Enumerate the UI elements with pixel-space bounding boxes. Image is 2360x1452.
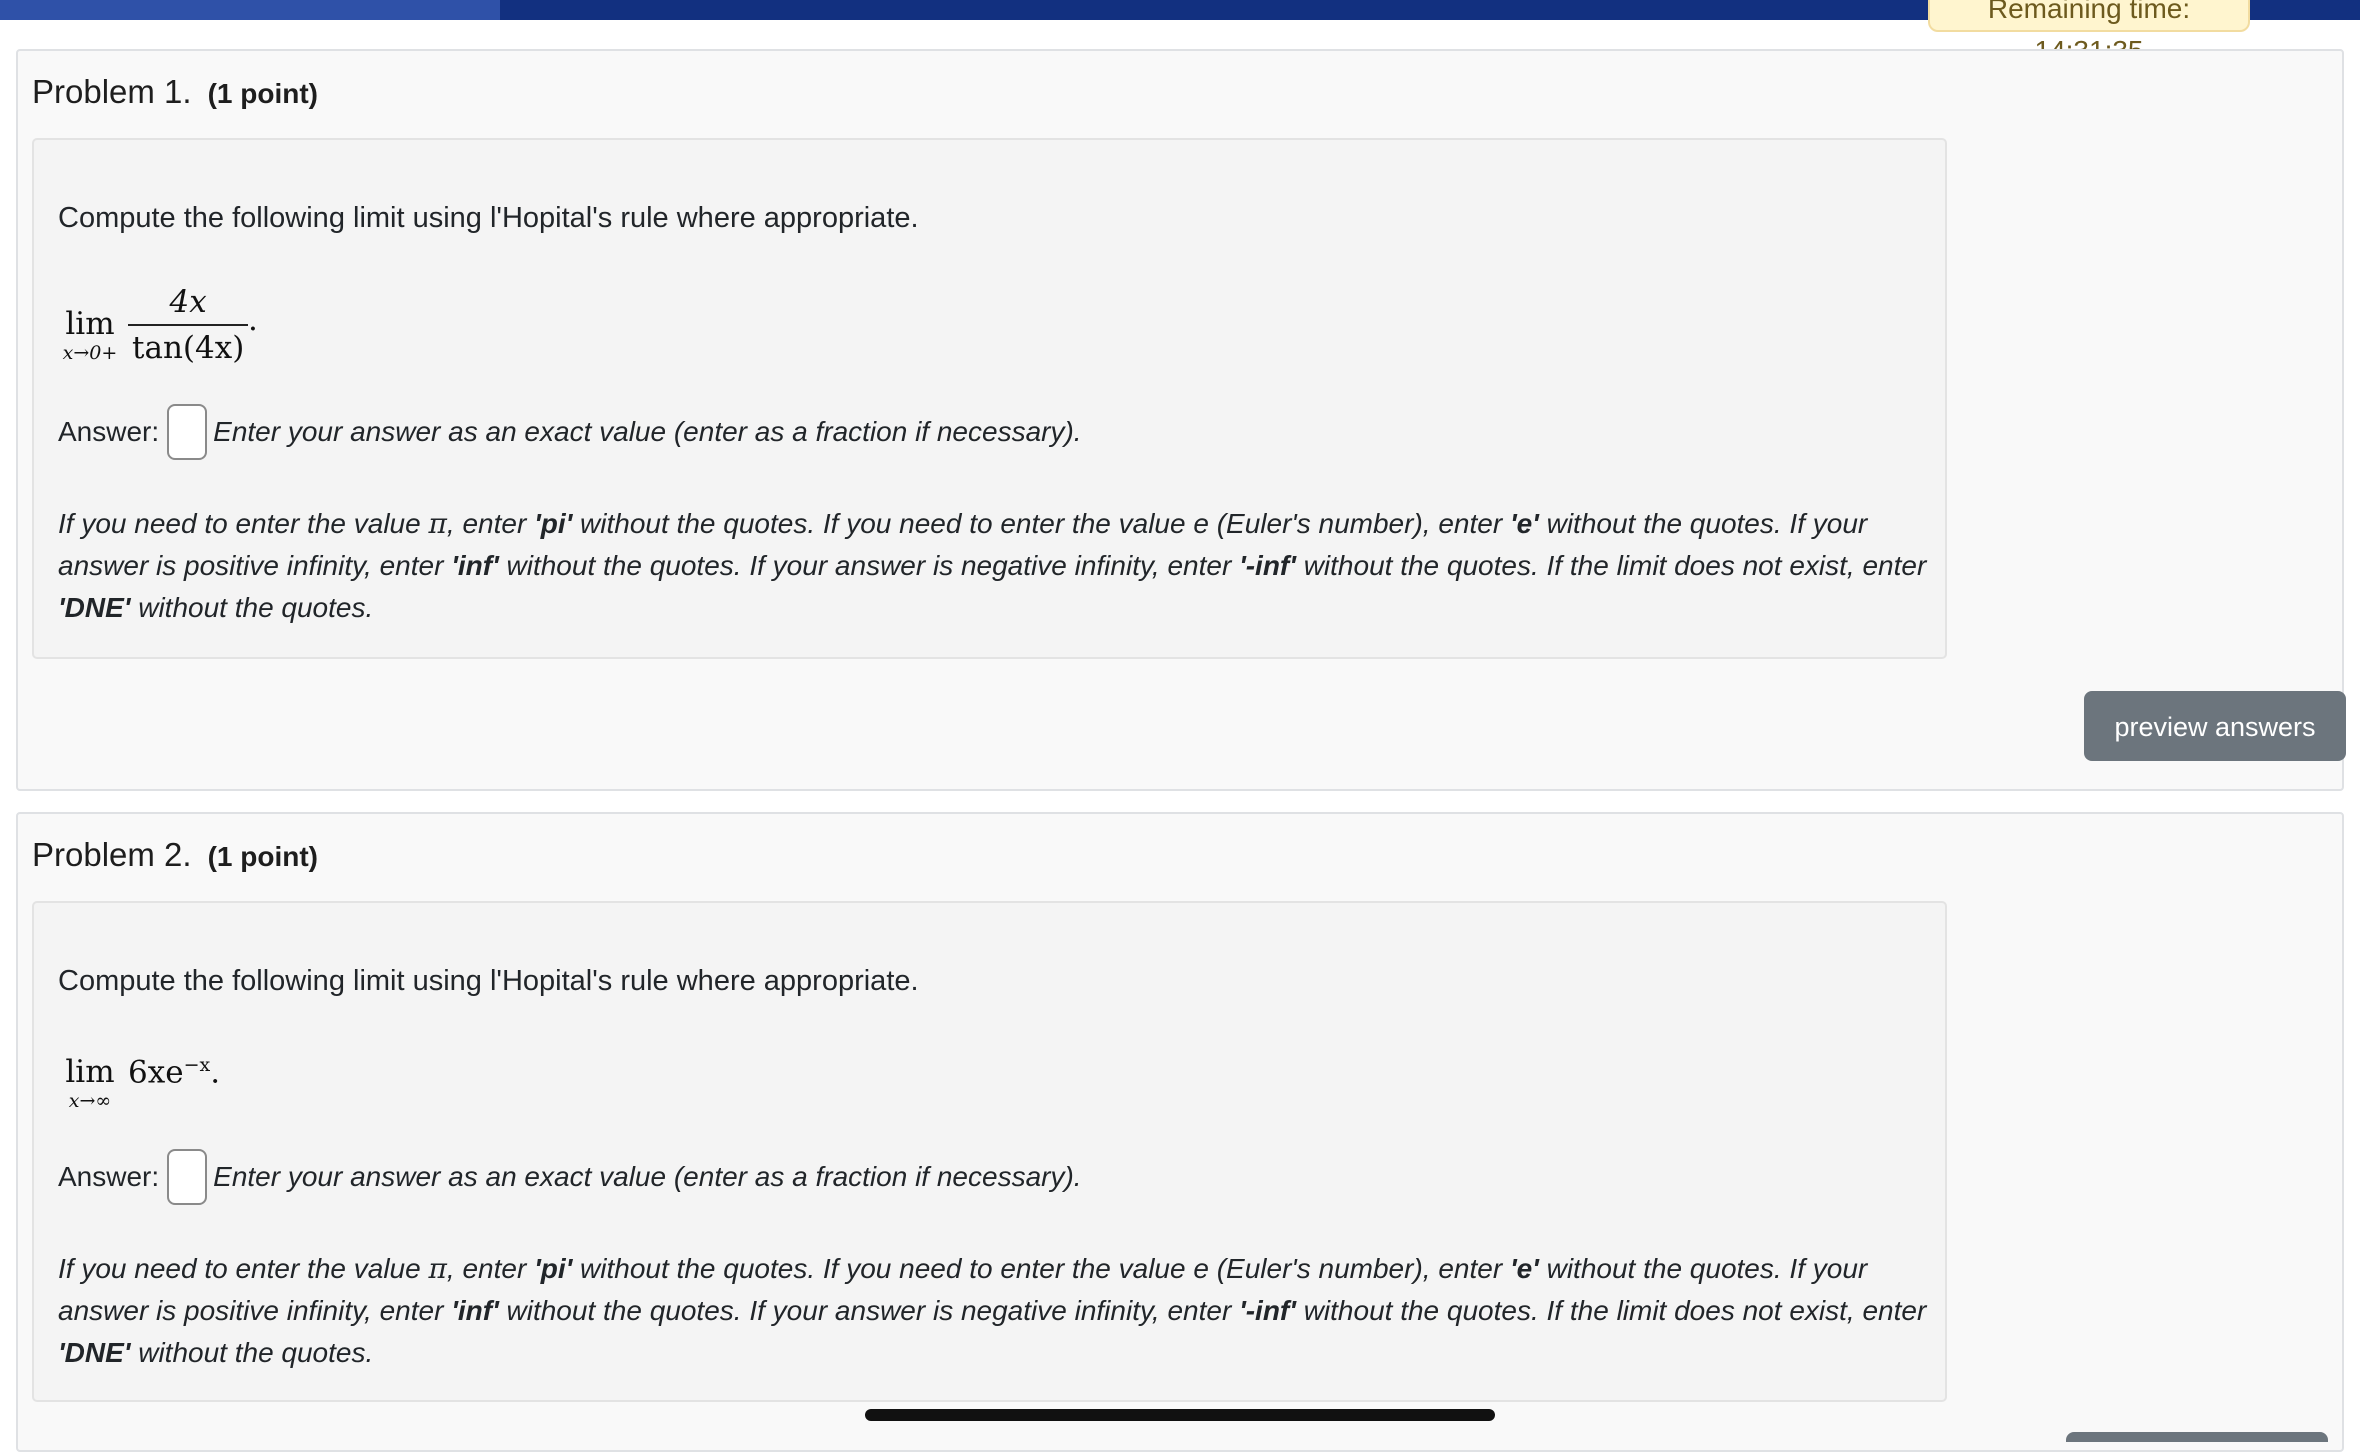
answer-label: Answer: (58, 416, 160, 447)
expression-period: . (210, 1054, 221, 1091)
problem-1: Problem 1. (1 point) Compute the followin… (16, 49, 2346, 791)
expression-period: . (248, 302, 258, 338)
limit-subscript: x→∞ (68, 1090, 112, 1112)
answer-input[interactable] (167, 404, 208, 460)
answer-hint: Enter your answer as an exact value (ent… (213, 416, 1082, 447)
problem-2-body: Compute the following limit using l'Hopi… (32, 901, 1947, 1402)
expression-exponent: −x (183, 1054, 211, 1076)
expression-base: 6xe (128, 1054, 184, 1091)
next-preview-button-edge[interactable] (2066, 1432, 2328, 1442)
problem-statement: Compute the following limit using l'Hopi… (58, 202, 919, 234)
problem-2: Problem 2. (1 point) Compute the followin… (16, 812, 2344, 1452)
limit-operator: lim x→0+ (58, 306, 122, 364)
problem-number: Problem 1. (32, 73, 192, 110)
problem-points: (1 point) (207, 78, 318, 109)
header-bar-highlight (0, 0, 500, 20)
problem-number: Problem 2. (32, 836, 192, 873)
answer-instructions: If you need to enter the value π, enter … (58, 1252, 1927, 1368)
problem-2-title: Problem 2. (1 point) (32, 836, 318, 874)
fraction-numerator: 4x (169, 284, 207, 320)
expression-body: 6xe−x. (128, 1054, 220, 1090)
fraction: 4x tan(4x) (128, 284, 249, 366)
answer-label: Answer: (58, 1161, 160, 1192)
limit-subscript: x→0+ (62, 342, 118, 364)
limit-operator: lim x→∞ (58, 1054, 122, 1112)
remaining-time-badge: Remaining time: 14:31:35 (1928, 0, 2250, 66)
fraction-denominator: tan(4x) (128, 324, 249, 366)
preview-answers-button[interactable]: preview answers (2084, 691, 2346, 761)
problem-points: (1 point) (207, 841, 318, 872)
answer-row: Answer: Enter your answer as an exact val… (58, 404, 1082, 460)
problem-1-body: Compute the following limit using l'Hopi… (32, 138, 1947, 659)
home-indicator[interactable] (865, 1409, 1495, 1421)
answer-instructions: If you need to enter the value π, enter … (58, 507, 1927, 623)
answer-row: Answer: Enter your answer as an exact val… (58, 1149, 1082, 1205)
answer-hint: Enter your answer as an exact value (ent… (213, 1161, 1082, 1192)
problem-1-title: Problem 1. (1 point) (32, 73, 318, 111)
problem-statement: Compute the following limit using l'Hopi… (58, 965, 919, 997)
answer-input[interactable] (167, 1149, 208, 1205)
